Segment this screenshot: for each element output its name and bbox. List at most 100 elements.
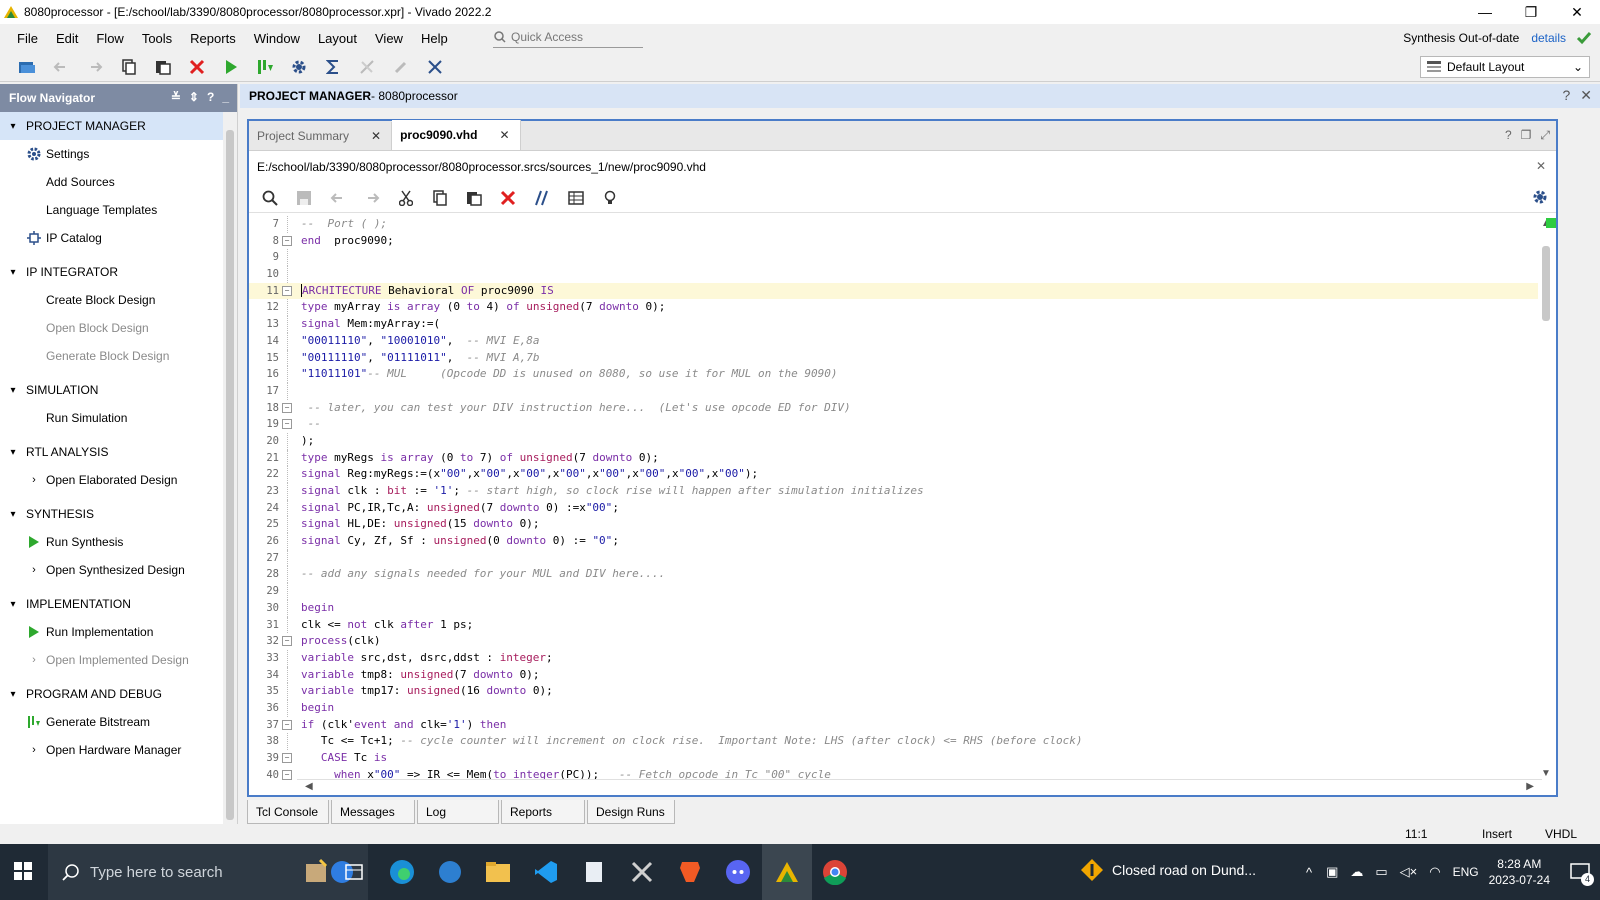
code-line[interactable]: 21 type myRegs is array (0 to 7) of unsig… [249,449,1539,467]
brave-browser-button[interactable] [674,856,706,888]
wifi-icon[interactable]: ◠ [1429,864,1440,880]
column-select-button[interactable] [559,185,593,211]
nav-open-implemented-design[interactable]: › Open Implemented Design [0,646,224,674]
sigma-button[interactable] [316,54,350,80]
copy-button[interactable] [112,54,146,80]
discord-button[interactable] [722,856,754,888]
quick-access-input[interactable]: Quick Access [493,27,643,48]
code-line[interactable]: 23 signal clk : bit := '1'; -- start high… [249,483,1539,500]
taskbar-search-box[interactable]: Type here to search [48,844,368,900]
cut-button[interactable] [389,185,423,211]
toggle-comment-button[interactable] [525,185,559,211]
section-ip-integrator[interactable]: ▾ IP INTEGRATOR [0,258,224,286]
code-line[interactable]: 15 "00111110", "01111011", -- MVI A,7b [249,349,1539,367]
disabled-tool-1-button[interactable] [350,54,384,80]
collapse-all-icon[interactable]: ≚ [171,90,181,104]
code-line[interactable]: 8− end proc9090; [249,233,1539,250]
nav-generate-block-design[interactable]: Generate Block Design [0,342,224,370]
nav-ip-catalog[interactable]: IP Catalog [0,224,224,252]
section-implementation[interactable]: ▾ IMPLEMENTATION [0,590,224,618]
close-window-button[interactable]: ✕ [1554,0,1600,24]
fold-toggle-icon[interactable]: − [282,636,292,647]
code-line[interactable]: 32− process(clk) [249,633,1539,650]
code-line[interactable]: 39− CASE Tc is [249,750,1539,767]
help-icon[interactable]: ? [1562,87,1570,104]
code-line[interactable]: 24 signal PC,IR,Tc,A: unsigned(7 downto 0… [249,499,1539,517]
editor-copy-button[interactable] [423,185,457,211]
fold-toggle-icon[interactable]: − [282,402,292,413]
code-line[interactable]: 30 begin [249,599,1539,617]
fold-toggle-icon[interactable]: − [282,719,292,730]
nav-add-sources[interactable]: Add Sources [0,168,224,196]
code-line[interactable]: 10 [249,266,1539,283]
edge-browser-button[interactable] [386,856,418,888]
code-line[interactable]: 22 signal Reg:myRegs:=(x"00",x"00",x"00",… [249,466,1539,483]
file-explorer-button[interactable] [482,856,514,888]
nav-run-implementation[interactable]: Run Implementation [0,618,224,646]
code-line[interactable]: 13 signal Mem:myArray:=( [249,316,1539,333]
meet-now-icon[interactable]: ▣ [1326,864,1338,880]
menu-layout[interactable]: Layout [309,31,366,46]
code-line[interactable]: 27 [249,549,1539,567]
minimize-button[interactable]: — [1462,0,1508,24]
find-button[interactable] [253,185,287,211]
scroll-down-icon[interactable]: ▼ [1541,768,1551,779]
fold-toggle-icon[interactable]: − [282,753,292,763]
editor-redo-button[interactable] [355,185,389,211]
code-line[interactable]: 25 signal HL,DE: unsigned(15 downto 0); [249,516,1539,534]
code-line[interactable]: 9 [249,249,1539,267]
run-button[interactable] [214,54,248,80]
nav-open-block-design[interactable]: Open Block Design [0,314,224,342]
scroll-right-icon[interactable]: ▶ [1526,781,1534,792]
editor-delete-button[interactable] [491,185,525,211]
tab-log[interactable]: Log [417,800,499,824]
nav-run-synthesis[interactable]: Run Synthesis [0,528,224,556]
tab-tcl-console[interactable]: Tcl Console [247,800,329,824]
editor-undo-button[interactable] [321,185,355,211]
editor-paste-button[interactable] [457,185,491,211]
menu-reports[interactable]: Reports [181,31,245,46]
close-icon[interactable]: ✕ [1536,159,1546,173]
sort-icon[interactable]: ⇕ [189,90,199,104]
menu-view[interactable]: View [366,31,412,46]
settings-button[interactable] [282,54,316,80]
fold-toggle-icon[interactable]: − [282,769,292,780]
restore-button[interactable]: ❐ [1508,0,1554,24]
vscode-button[interactable] [530,856,562,888]
app-blue-button[interactable] [434,856,466,888]
chrome-button[interactable] [819,856,851,888]
tab-messages[interactable]: Messages [331,800,415,824]
volume-muted-icon[interactable]: ◁× [1400,864,1418,880]
debug-tool-button[interactable] [418,54,452,80]
nav-settings[interactable]: Settings [0,140,224,168]
editor-settings-button[interactable] [1532,189,1548,208]
menu-window[interactable]: Window [245,31,309,46]
code-line[interactable]: 35 variable tmp17: unsigned(16 downto 0); [249,683,1539,700]
code-line[interactable]: 14 "00011110", "10001010", -- MVI E,8a [249,332,1539,350]
minimize-panel-icon[interactable]: _ [222,90,229,104]
code-line[interactable]: 38 Tc <= Tc+1; -- cycle counter will inc… [249,733,1539,750]
code-line[interactable]: 29 [249,583,1539,600]
code-line[interactable]: 20); [249,432,1539,450]
input-language[interactable]: ENG [1453,865,1479,879]
help-icon[interactable]: ? [207,90,214,104]
vivado-taskbar-button[interactable] [771,856,803,888]
disabled-tool-2-button[interactable] [384,54,418,80]
section-program-and-debug[interactable]: ▾ PROGRAM AND DEBUG [0,680,224,708]
code-line[interactable]: 34 variable tmp8: unsigned(7 downto 0); [249,666,1539,684]
tab-proc9090-vhd[interactable]: proc9090.vhd ✕ [392,120,521,150]
fold-toggle-icon[interactable]: − [282,285,292,296]
section-rtl-analysis[interactable]: ▾ RTL ANALYSIS [0,438,224,466]
delete-button[interactable] [180,54,214,80]
nav-create-block-design[interactable]: Create Block Design [0,286,224,314]
menu-edit[interactable]: Edit [47,31,87,46]
tab-project-summary[interactable]: Project Summary ✕ [249,122,393,150]
help-icon[interactable]: ? [1505,128,1512,143]
code-line[interactable]: 26 signal Cy, Zf, Sf : unsigned(0 downto … [249,533,1539,550]
code-line[interactable]: 18− -- later, you can test your DIV inst… [249,400,1539,417]
code-editor[interactable]: 7 -- Port ( ); 8− end proc9090; 9 10 11− ARCHIT… [249,216,1556,781]
code-vertical-scrollbar[interactable]: ▲ ▼ [1538,216,1554,781]
fold-toggle-icon[interactable]: − [282,235,292,246]
notepad-button[interactable] [578,856,610,888]
fold-toggle-icon[interactable]: − [282,419,292,430]
